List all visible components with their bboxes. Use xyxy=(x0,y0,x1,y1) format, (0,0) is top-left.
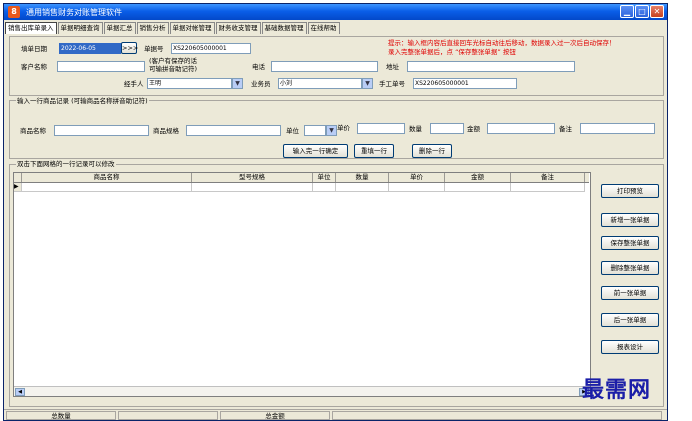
status-bar: 总数量 总金额 xyxy=(4,409,667,421)
date-label: 填单日期 xyxy=(21,45,47,53)
item-name-label: 商品名称 xyxy=(20,127,46,135)
total-qty-label: 总数量 xyxy=(6,411,116,420)
tab-sales-entry[interactable]: 销售出库单录入 xyxy=(5,22,57,34)
tab-reconciliation[interactable]: 单据对帐管理 xyxy=(169,22,215,34)
report-design-button[interactable]: 报表设计 xyxy=(601,340,659,354)
customer-field[interactable] xyxy=(57,61,145,72)
col-header-amount[interactable]: 金额 xyxy=(445,173,511,182)
cell-note[interactable] xyxy=(511,183,585,192)
col-header-unit[interactable]: 单位 xyxy=(313,173,336,182)
handler-select[interactable]: 王明 xyxy=(147,78,232,89)
manual-no-field[interactable]: XS220605000001 xyxy=(413,78,517,89)
maximize-icon[interactable]: □ xyxy=(635,5,649,18)
customer-label: 客户名称 xyxy=(21,63,47,71)
sales-select[interactable]: 小刘 xyxy=(278,78,362,89)
confirm-row-button[interactable]: 输入完一行确定 xyxy=(283,144,348,158)
item-spec-field[interactable] xyxy=(186,125,281,136)
sales-dropdown-icon[interactable]: ▼ xyxy=(362,78,373,89)
docno-label: 单据号 xyxy=(144,45,164,53)
grid-group-title: 双击下面网格的一行记录可以修改 xyxy=(16,160,116,169)
items-grid[interactable]: 商品名称 型号规格 单位 数量 单价 金额 备注 ▶ ◀ ▶ xyxy=(13,172,591,397)
cell-spec[interactable] xyxy=(192,183,313,192)
save-document-button[interactable]: 保存整张单据 xyxy=(601,236,659,250)
next-document-button[interactable]: 后一张单据 xyxy=(601,313,659,327)
item-amount-field[interactable] xyxy=(487,123,555,134)
sales-label: 业务员 xyxy=(251,80,271,88)
handler-label: 经手人 xyxy=(124,80,144,88)
col-header-note[interactable]: 备注 xyxy=(511,173,585,182)
refill-row-button[interactable]: 重填一行 xyxy=(354,144,394,158)
total-amount-label: 总金额 xyxy=(220,411,330,420)
close-icon[interactable]: ✕ xyxy=(650,5,664,18)
item-unit-label: 单位 xyxy=(286,127,299,135)
item-name-field[interactable] xyxy=(54,125,149,136)
manual-no-label: 手工单号 xyxy=(379,80,405,88)
total-amount-value xyxy=(332,411,662,420)
tab-detail-query[interactable]: 单据明细查询 xyxy=(57,22,103,34)
address-label: 地址 xyxy=(386,63,399,71)
cell-amount[interactable] xyxy=(445,183,511,192)
scroll-left-icon[interactable]: ◀ xyxy=(15,388,25,396)
total-qty-value xyxy=(118,411,218,420)
print-preview-button[interactable]: 打印预览 xyxy=(601,184,659,198)
title-bar[interactable]: 8 通用销售财务对账管理软件 ▁ □ ✕ xyxy=(4,4,667,20)
item-price-field[interactable] xyxy=(357,123,405,134)
grid-header: 商品名称 型号规格 单位 数量 单价 金额 备注 xyxy=(14,173,589,183)
unit-dropdown-icon[interactable]: ▼ xyxy=(326,125,337,136)
tip-line-1: 提示：输入框内容后直接回车光标自动往后移动，数据录入过一次后自动保存！ xyxy=(388,39,616,47)
tab-help[interactable]: 在线帮助 xyxy=(307,22,340,34)
item-qty-field[interactable] xyxy=(430,123,464,134)
customer-hint-2: 可输拼音助记符) xyxy=(149,65,198,73)
col-header-qty[interactable]: 数量 xyxy=(336,173,389,182)
cell-qty[interactable] xyxy=(336,183,389,192)
cell-name[interactable] xyxy=(22,183,192,192)
tab-finance[interactable]: 财务收支管理 xyxy=(215,22,261,34)
docno-field[interactable]: XS220605000001 xyxy=(171,43,251,54)
item-qty-label: 数量 xyxy=(409,125,422,133)
watermark-logo: 最需网 xyxy=(582,377,652,403)
address-field[interactable] xyxy=(407,61,575,72)
phone-label: 电话 xyxy=(252,63,265,71)
col-header-price[interactable]: 单价 xyxy=(389,173,445,182)
tab-summary[interactable]: 单据汇总 xyxy=(103,22,136,34)
item-note-field[interactable] xyxy=(580,123,655,134)
item-price-label: 单价 xyxy=(337,124,350,132)
window-title: 通用销售财务对账管理软件 xyxy=(26,8,122,17)
cell-price[interactable] xyxy=(389,183,445,192)
new-document-button[interactable]: 新增一张单据 xyxy=(601,213,659,227)
previous-document-button[interactable]: 前一张单据 xyxy=(601,286,659,300)
row-header-cell xyxy=(14,173,22,182)
delete-document-button[interactable]: 删除整张单据 xyxy=(601,261,659,275)
phone-field[interactable] xyxy=(271,61,378,72)
tip-line-2: 录入完整张单据后，点 “保存整张单据” 按钮 xyxy=(388,48,516,56)
item-note-label: 备注 xyxy=(559,125,572,133)
app-window: 8 通用销售财务对账管理软件 ▁ □ ✕ 销售出库单录入 单据明细查询 单据汇总 销售… xyxy=(3,3,668,421)
item-spec-label: 商品规格 xyxy=(153,127,179,135)
item-unit-select[interactable] xyxy=(304,125,326,136)
col-header-spec[interactable]: 型号规格 xyxy=(192,173,313,182)
date-picker-button[interactable]: >>> xyxy=(121,42,138,54)
handler-dropdown-icon[interactable]: ▼ xyxy=(232,78,243,89)
cell-unit[interactable] xyxy=(313,183,336,192)
item-amount-label: 金额 xyxy=(467,125,480,133)
tab-sales-analysis[interactable]: 销售分析 xyxy=(136,22,169,34)
col-header-name[interactable]: 商品名称 xyxy=(22,173,192,182)
tab-bar: 销售出库单录入 单据明细查询 单据汇总 销售分析 单据对帐管理 财务收支管理 基础数据管理在… xyxy=(5,22,341,34)
item-entry-title: 输入一行商品记录 (可输商品名称拼音助记符) xyxy=(16,97,149,106)
delete-row-button[interactable]: 删除一行 xyxy=(412,144,452,158)
minimize-icon[interactable]: ▁ xyxy=(620,5,634,18)
horizontal-scrollbar[interactable]: ◀ ▶ xyxy=(14,386,590,396)
row-marker-icon: ▶ xyxy=(14,183,22,192)
app-icon: 8 xyxy=(8,6,20,18)
tab-base-data[interactable]: 基础数据管理 xyxy=(261,22,307,34)
date-field[interactable]: 2022-06-05 xyxy=(59,43,121,54)
